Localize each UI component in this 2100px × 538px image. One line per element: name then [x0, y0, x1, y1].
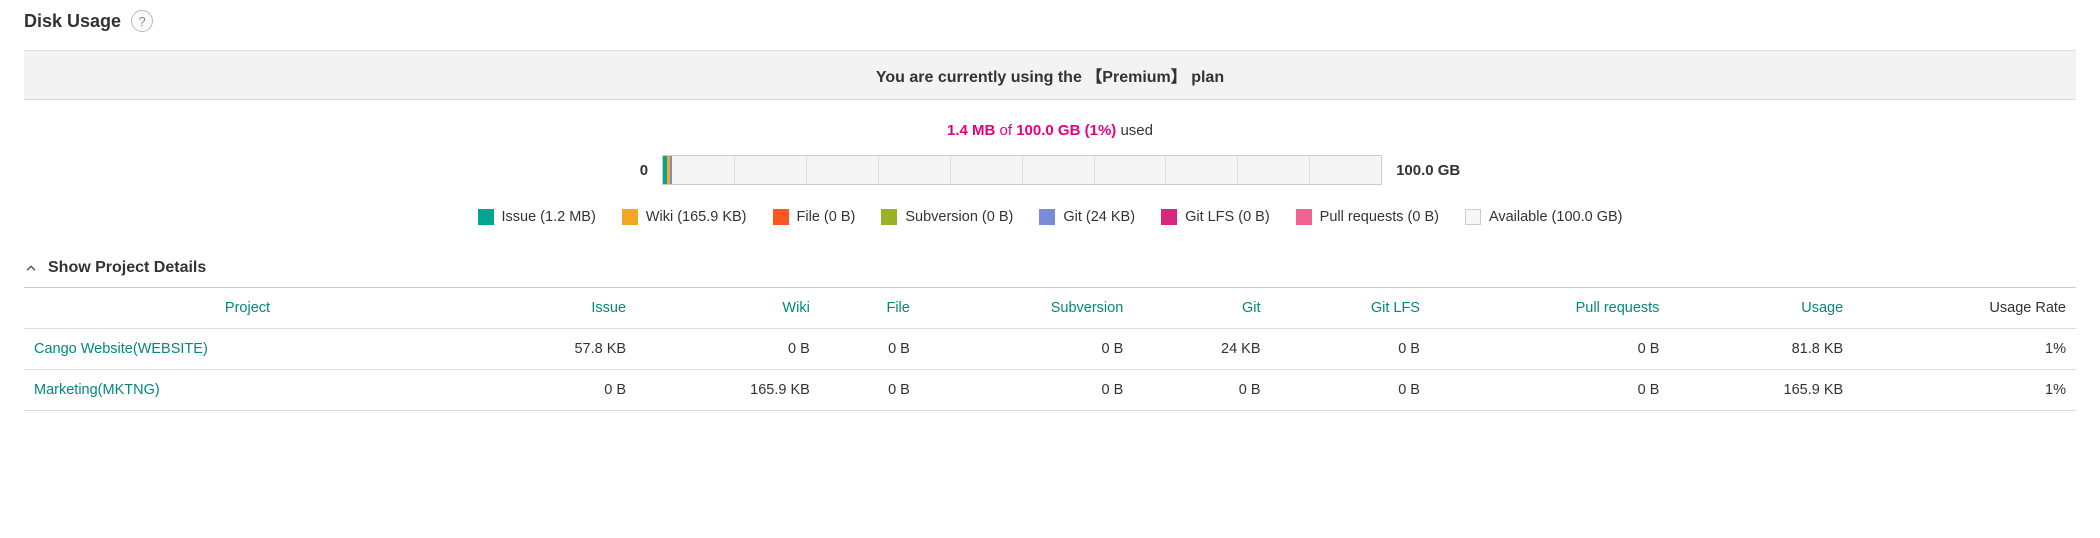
- table-row: Marketing(MKTNG)0 B165.9 KB0 B0 B0 B0 B0…: [24, 370, 2076, 411]
- table-row: Cango Website(WEBSITE)57.8 KB0 B0 B0 B24…: [24, 329, 2076, 370]
- table-cell: 0 B: [820, 370, 920, 411]
- plan-banner-text: You are currently using the 【Premium】 pl…: [876, 69, 1224, 86]
- legend-item: Wiki (165.9 KB): [622, 209, 747, 225]
- details-toggle[interactable]: Show Project Details: [24, 259, 2076, 288]
- table-cell: 0 B: [920, 370, 1133, 411]
- table-cell: 0 B: [820, 329, 920, 370]
- legend-swatch: [1296, 209, 1312, 225]
- legend-item: Pull requests (0 B): [1296, 209, 1439, 225]
- usage-bar: [662, 155, 1382, 185]
- legend-label: Subversion (0 B): [905, 209, 1013, 225]
- legend-swatch: [478, 209, 494, 225]
- usage-used-word: used: [1116, 122, 1153, 139]
- legend-label: Wiki (165.9 KB): [646, 209, 747, 225]
- legend-item: Subversion (0 B): [881, 209, 1013, 225]
- details-toggle-label: Show Project Details: [48, 259, 206, 277]
- legend-swatch: [1039, 209, 1055, 225]
- legend-label: Available (100.0 GB): [1489, 209, 1623, 225]
- table-header-cell: Issue: [471, 288, 636, 329]
- table-header-cell: Usage: [1669, 288, 1853, 329]
- table-header-cell: Pull requests: [1430, 288, 1669, 329]
- project-link[interactable]: Cango Website(WEBSITE): [34, 341, 208, 357]
- table-header-cell: File: [820, 288, 920, 329]
- table-header-cell: Git: [1133, 288, 1270, 329]
- table-header-cell: Project: [24, 288, 471, 329]
- plan-banner: You are currently using the 【Premium】 pl…: [24, 50, 2076, 100]
- usage-percent: (1%): [1080, 122, 1116, 139]
- table-cell: 81.8 KB: [1669, 329, 1853, 370]
- table-cell: 57.8 KB: [471, 329, 636, 370]
- legend-label: Issue (1.2 MB): [502, 209, 596, 225]
- legend-swatch: [881, 209, 897, 225]
- table-cell: 0 B: [1430, 329, 1669, 370]
- usage-summary: 1.4 MB of 100.0 GB (1%) used: [24, 122, 2076, 139]
- usage-legend: Issue (1.2 MB) Wiki (165.9 KB) File (0 B) S…: [24, 209, 2076, 225]
- chevron-up-icon: [24, 261, 38, 275]
- table-cell: 0 B: [1133, 370, 1270, 411]
- legend-label: Pull requests (0 B): [1320, 209, 1439, 225]
- bar-grid: [663, 156, 1381, 184]
- project-link[interactable]: Marketing(MKTNG): [34, 382, 160, 398]
- table-cell: 0 B: [1271, 370, 1430, 411]
- legend-label: Git (24 KB): [1063, 209, 1135, 225]
- table-header-row: ProjectIssueWikiFileSubversionGitGit LFS…: [24, 288, 2076, 329]
- table-header-cell: Wiki: [636, 288, 820, 329]
- legend-swatch: [1161, 209, 1177, 225]
- legend-item: Available (100.0 GB): [1465, 209, 1623, 225]
- bar-segment: [670, 156, 672, 184]
- project-cell: Marketing(MKTNG): [24, 370, 471, 411]
- legend-label: File (0 B): [797, 209, 856, 225]
- table-cell: 24 KB: [1133, 329, 1270, 370]
- legend-item: Git (24 KB): [1039, 209, 1135, 225]
- usage-used-amount: 1.4 MB: [947, 122, 995, 139]
- table-cell: 1%: [1853, 329, 2076, 370]
- legend-item: File (0 B): [773, 209, 856, 225]
- help-icon[interactable]: ?: [131, 10, 153, 32]
- usage-of: of: [995, 122, 1016, 139]
- table-cell: 165.9 KB: [1669, 370, 1853, 411]
- table-cell: 0 B: [636, 329, 820, 370]
- table-cell: 1%: [1853, 370, 2076, 411]
- bar-min-label: 0: [640, 162, 648, 179]
- table-header-cell: Git LFS: [1271, 288, 1430, 329]
- table-cell: 0 B: [1430, 370, 1669, 411]
- table-header-cell: Subversion: [920, 288, 1133, 329]
- table-cell: 0 B: [1271, 329, 1430, 370]
- table-cell: 0 B: [471, 370, 636, 411]
- table-header-cell: Usage Rate: [1853, 288, 2076, 329]
- legend-item: Git LFS (0 B): [1161, 209, 1270, 225]
- bar-max-label: 100.0 GB: [1396, 162, 1460, 179]
- usage-total-amount: 100.0 GB: [1016, 122, 1080, 139]
- project-cell: Cango Website(WEBSITE): [24, 329, 471, 370]
- legend-swatch: [773, 209, 789, 225]
- table-cell: 165.9 KB: [636, 370, 820, 411]
- legend-label: Git LFS (0 B): [1185, 209, 1270, 225]
- legend-item: Issue (1.2 MB): [478, 209, 596, 225]
- legend-swatch: [1465, 209, 1481, 225]
- project-details-table: ProjectIssueWikiFileSubversionGitGit LFS…: [24, 288, 2076, 411]
- table-cell: 0 B: [920, 329, 1133, 370]
- legend-swatch: [622, 209, 638, 225]
- page-title: Disk Usage: [24, 11, 121, 32]
